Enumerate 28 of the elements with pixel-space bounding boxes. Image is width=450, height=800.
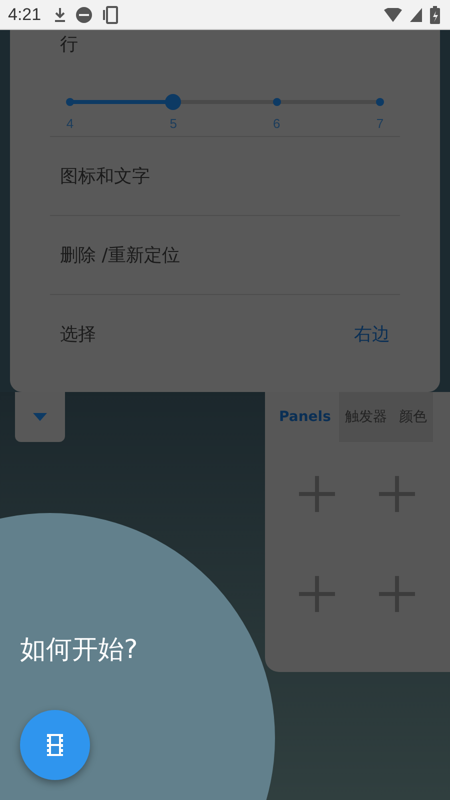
setting-label[interactable]: 图标和文字	[60, 164, 150, 188]
caret-icon	[33, 413, 47, 421]
slider-label: 行	[59, 33, 79, 57]
plus-icon[interactable]	[379, 476, 415, 512]
setting-value[interactable]: 右边	[354, 322, 390, 346]
wifi-icon	[384, 8, 402, 22]
plus-icon[interactable]	[299, 576, 335, 612]
panel-tab[interactable]: Panels	[265, 392, 339, 442]
pull-tab[interactable]	[15, 392, 65, 442]
setting-label[interactable]: 删除 /重新定位	[60, 243, 180, 267]
slider-thumb[interactable]	[165, 94, 182, 110]
film-icon	[47, 734, 63, 756]
tick-dot	[66, 98, 74, 106]
setting-label[interactable]: 选择	[60, 322, 96, 346]
plus-icon[interactable]	[299, 476, 335, 512]
tick-label: 4	[66, 116, 74, 131]
tick-label: 6	[273, 116, 280, 131]
plus-icon[interactable]	[379, 576, 415, 612]
download-icon	[53, 6, 68, 22]
tick-label: 5	[170, 116, 177, 131]
badge-icon	[75, 6, 94, 24]
battery-icon	[430, 6, 440, 24]
tick-dot	[272, 98, 281, 106]
tick-label: 7	[376, 116, 384, 131]
signal-icon	[410, 8, 422, 22]
status-time: 4:21	[8, 4, 42, 24]
tick-dot	[376, 98, 384, 106]
intro-heading: 如何开始?	[20, 634, 138, 667]
